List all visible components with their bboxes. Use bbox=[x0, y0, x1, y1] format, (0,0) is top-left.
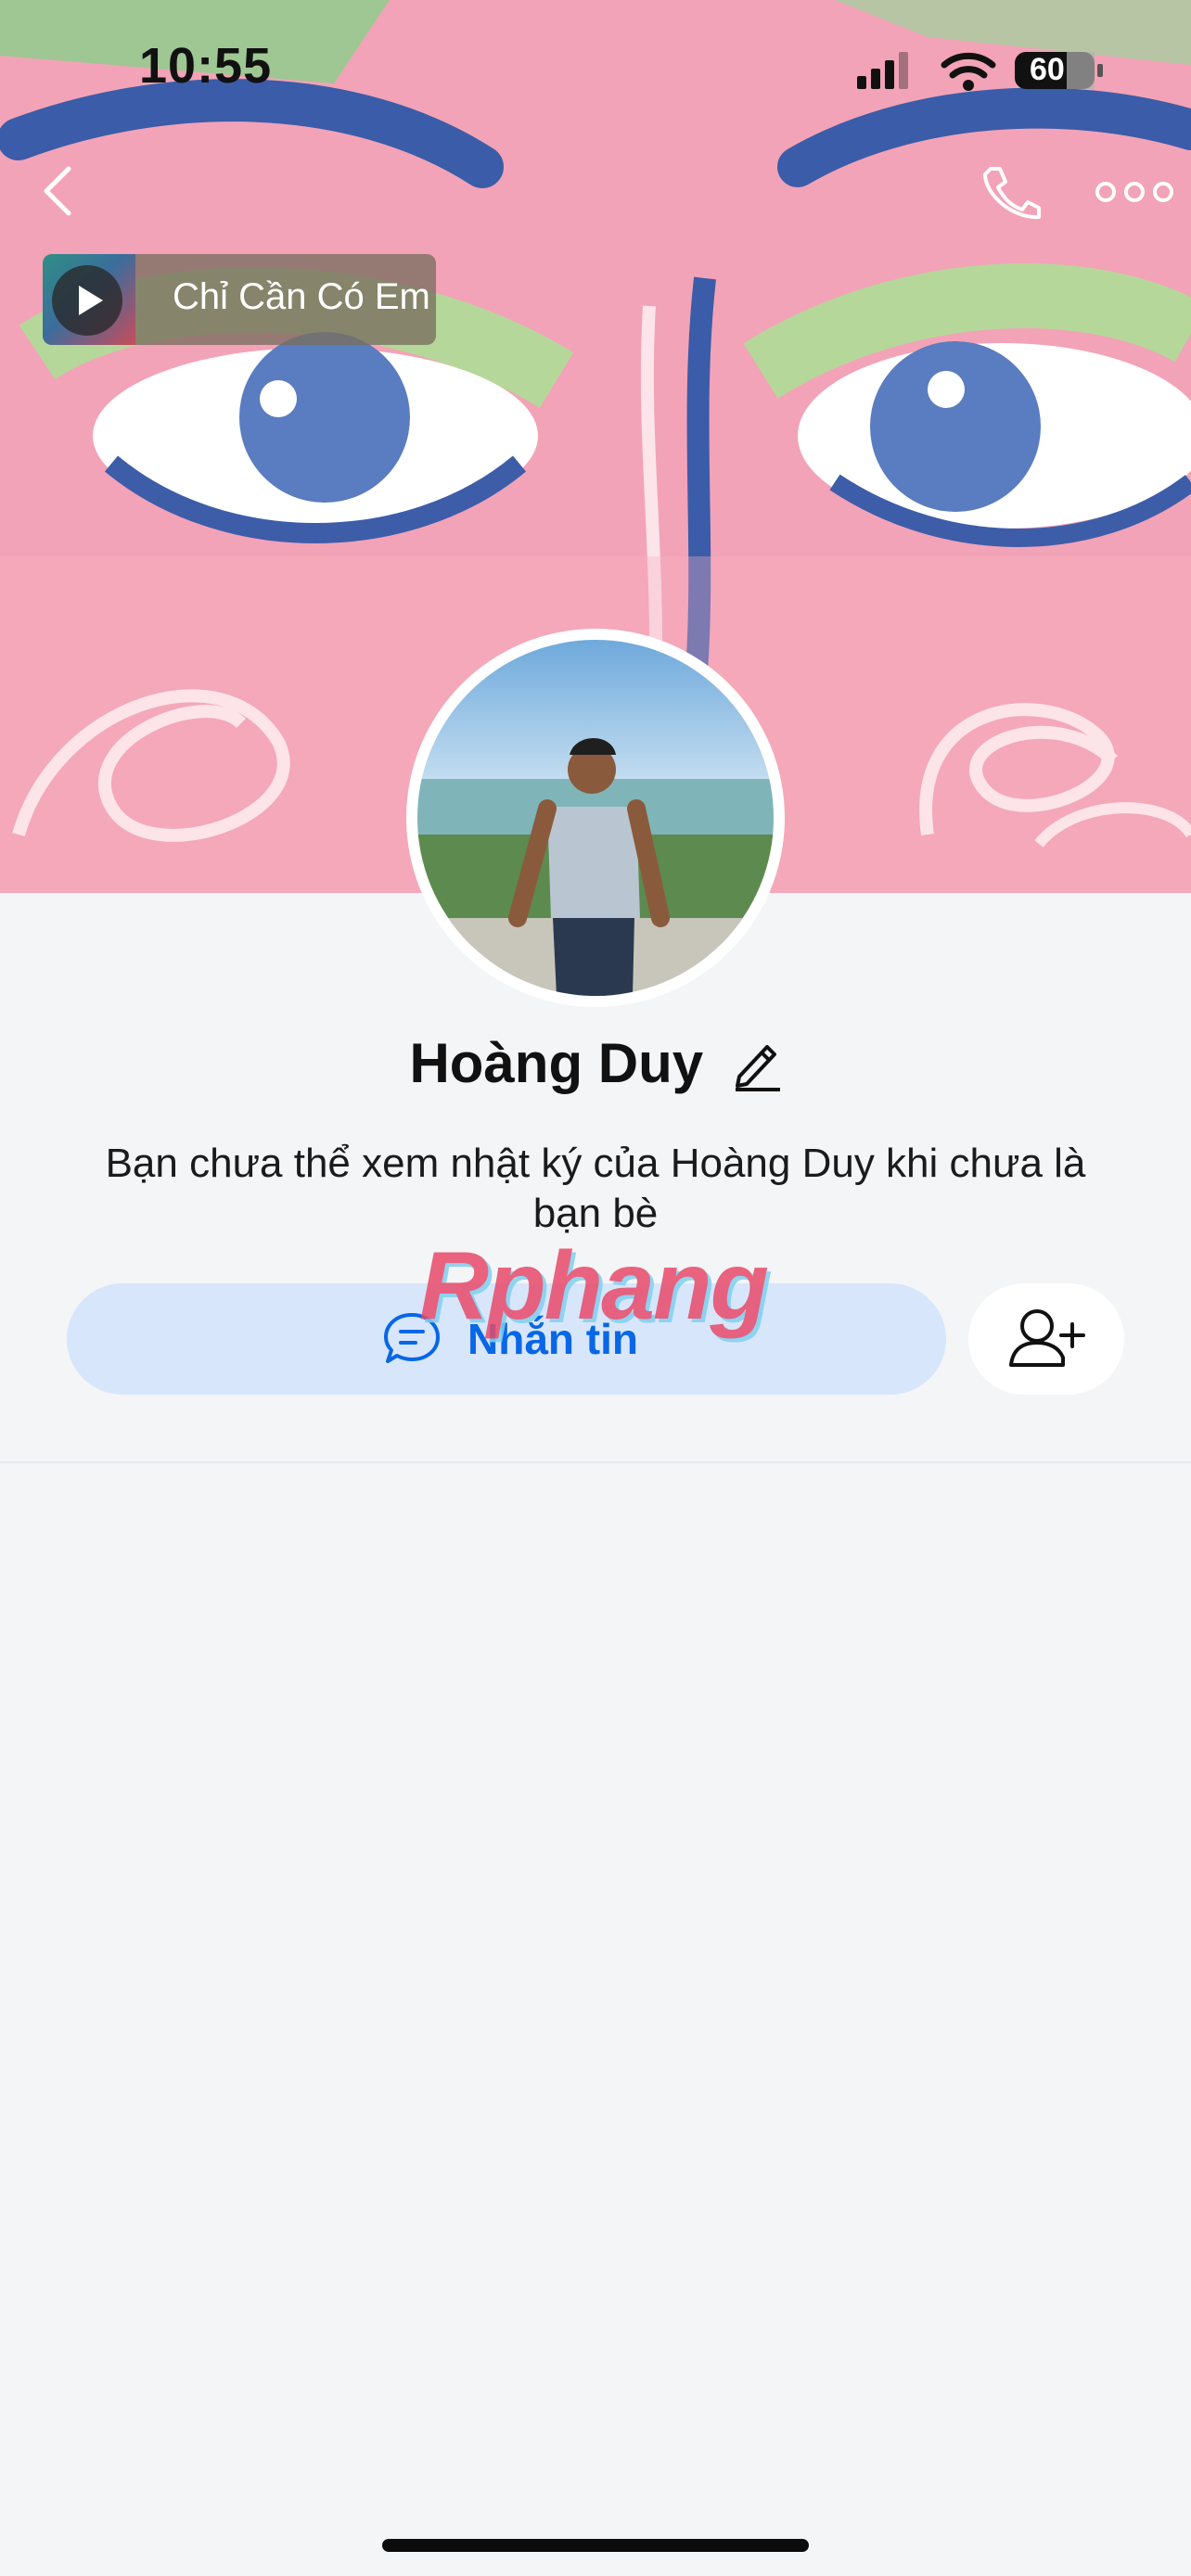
avatar-photo bbox=[417, 640, 774, 996]
call-button[interactable] bbox=[976, 163, 1043, 221]
divider bbox=[0, 1461, 1191, 1463]
status-time: 10:55 bbox=[139, 38, 273, 94]
play-icon[interactable] bbox=[52, 265, 122, 336]
name-row: Hoàng Duy bbox=[0, 1031, 1191, 1095]
watermark: Rphang bbox=[419, 1232, 769, 1340]
battery-level: 60 bbox=[1030, 52, 1065, 87]
phone-icon bbox=[983, 167, 1041, 220]
status-indicators: 60 bbox=[857, 48, 1108, 95]
diary-privacy-note: Bạn chưa thể xem nhật ký của Hoàng Duy k… bbox=[105, 1141, 1086, 1236]
profile-music-player[interactable]: Chỉ Cần Có Em bbox=[43, 254, 436, 345]
pencil-icon[interactable] bbox=[732, 1036, 782, 1091]
cellular-signal-icon bbox=[857, 52, 908, 89]
home-indicator bbox=[382, 2539, 809, 2552]
chevron-left-icon bbox=[44, 166, 71, 216]
avatar[interactable] bbox=[406, 629, 785, 1007]
more-horizontal-icon bbox=[1095, 182, 1173, 202]
back-button[interactable] bbox=[35, 163, 82, 219]
more-button[interactable] bbox=[1095, 176, 1174, 208]
profile-name: Hoàng Duy bbox=[409, 1032, 704, 1094]
wifi-icon bbox=[941, 52, 996, 91]
add-friend-button[interactable] bbox=[968, 1283, 1124, 1395]
music-title: Chỉ Cần Có Em bbox=[173, 276, 430, 317]
add-user-icon bbox=[1009, 1309, 1085, 1367]
